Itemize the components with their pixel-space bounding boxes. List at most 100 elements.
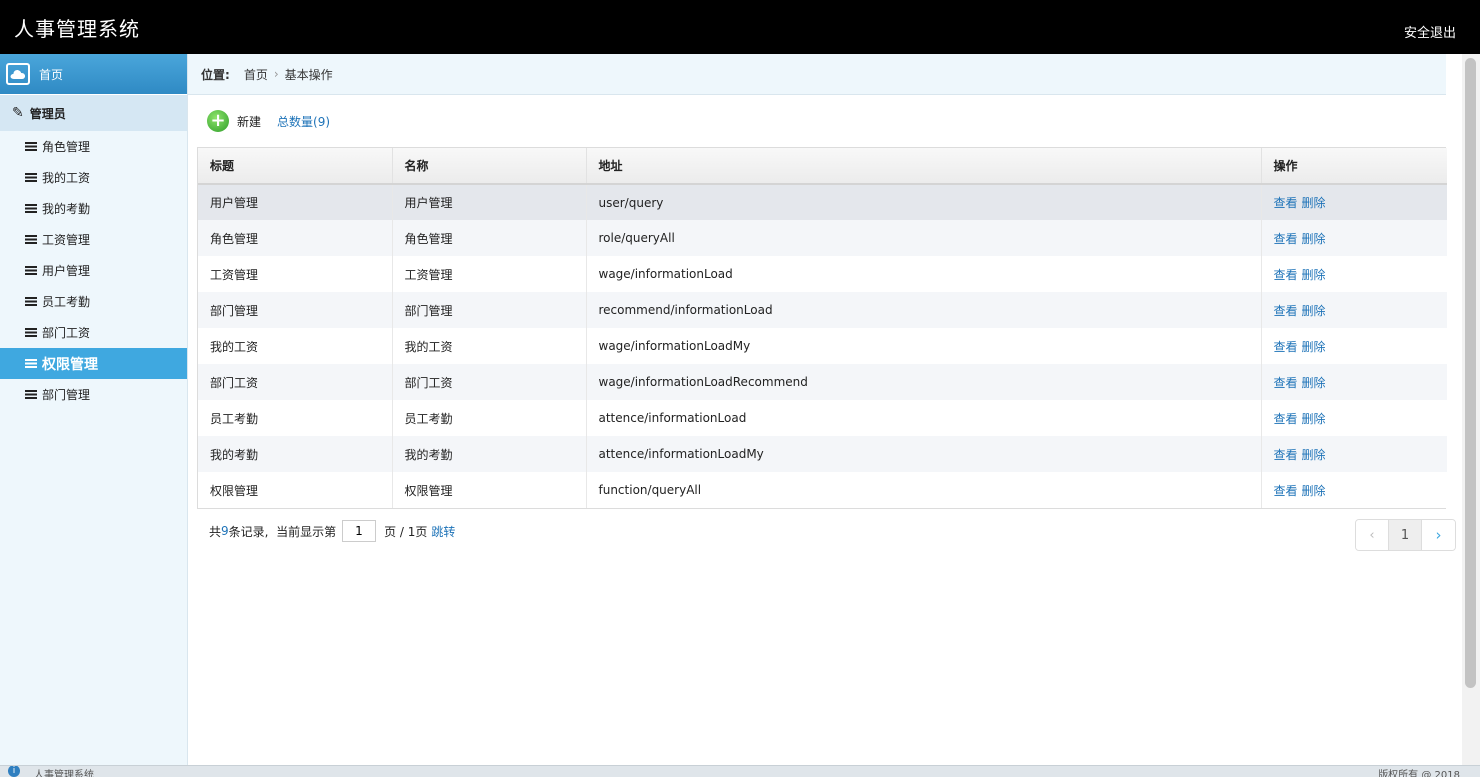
breadcrumb-home[interactable]: 首页 — [244, 66, 268, 83]
sidebar-item-label: 部门管理 — [42, 388, 91, 402]
sidebar-home[interactable]: 首页 — [0, 54, 187, 95]
list-icon — [25, 266, 37, 275]
sidebar-item-label: 部门工资 — [42, 326, 91, 340]
pager-suffix: 页 / 1页 — [384, 524, 428, 539]
pagination: ‹ 1 › — [1355, 519, 1456, 551]
total-count-link[interactable]: 总数量(9) — [277, 113, 330, 130]
view-link[interactable]: 查看 — [1274, 232, 1298, 246]
sidebar-item-label: 员工考勤 — [42, 295, 91, 309]
delete-link[interactable]: 删除 — [1302, 268, 1326, 282]
delete-link[interactable]: 删除 — [1302, 340, 1326, 354]
sidebar-menu: 角色管理我的工资 我的考勤工资管理用户管理员工考勤部门工资权限管理部门管理 — [0, 131, 187, 410]
cell-name: 我的考勤 — [392, 436, 587, 472]
sidebar-item-5[interactable]: 员工考勤 — [0, 286, 187, 317]
sidebar-item-2[interactable]: 我的考勤 — [0, 193, 187, 224]
list-icon — [25, 235, 37, 244]
page-1-button[interactable]: 1 — [1389, 520, 1422, 550]
cell-name: 员工考勤 — [392, 400, 587, 436]
cell-url: attence/informationLoadMy — [586, 436, 1262, 472]
pager-info: 共 9 条记录, 当前显示第 页 / 1页 跳转 — [209, 519, 455, 543]
jump-link[interactable]: 跳转 — [431, 523, 455, 540]
vertical-scrollbar[interactable] — [1462, 54, 1480, 765]
plus-icon: + — [207, 110, 229, 132]
sidebar-item-0[interactable]: 角色管理 — [0, 131, 187, 162]
sidebar-item-label: 工资管理 — [42, 233, 91, 247]
cell-url: role/queryAll — [586, 220, 1262, 256]
table-body: 用户管理 用户管理 user/query 查看 删除 角色管理 角色管理 role/query… — [198, 184, 1447, 508]
delete-link[interactable]: 删除 — [1302, 376, 1326, 390]
sidebar: 首页 ✎ 管理员 角色管理我的工资 我的考勤工资管理用户管理员工考勤部门工资权限管… — [0, 54, 188, 765]
cell-actions: 查看 删除 — [1261, 184, 1447, 220]
cell-actions: 查看 删除 — [1261, 400, 1447, 436]
table-row: 工资管理 工资管理 wage/informationLoad 查看 删除 — [198, 256, 1447, 292]
table-row: 权限管理 权限管理 function/queryAll 查看 删除 — [198, 472, 1447, 508]
view-link[interactable]: 查看 — [1274, 268, 1298, 282]
sidebar-group-admin[interactable]: ✎ 管理员 — [0, 95, 187, 131]
cell-name: 部门管理 — [392, 292, 587, 328]
view-link[interactable]: 查看 — [1274, 448, 1298, 462]
delete-link[interactable]: 删除 — [1302, 196, 1326, 210]
page-number-input[interactable] — [342, 520, 377, 542]
view-link[interactable]: 查看 — [1274, 412, 1298, 426]
data-table: 标题 名称 地址 操作 用户管理 用户管理 user/query 查看 删除 角色管理 角色… — [197, 147, 1447, 509]
cell-title: 角色管理 — [198, 220, 393, 256]
view-link[interactable]: 查看 — [1274, 376, 1298, 390]
breadcrumb-separator: › — [273, 67, 279, 81]
cell-actions: 查看 删除 — [1261, 256, 1447, 292]
sidebar-item-4[interactable]: 用户管理 — [0, 255, 187, 286]
prev-page-button[interactable]: ‹ — [1356, 520, 1389, 550]
view-link[interactable]: 查看 — [1274, 196, 1298, 210]
table-header-row: 标题 名称 地址 操作 — [198, 148, 1447, 185]
list-icon — [25, 359, 37, 368]
cell-title: 工资管理 — [198, 256, 393, 292]
cell-title: 部门工资 — [198, 364, 393, 400]
cell-title: 用户管理 — [198, 184, 393, 220]
delete-link[interactable]: 删除 — [1302, 232, 1326, 246]
view-link[interactable]: 查看 — [1274, 484, 1298, 498]
cell-actions: 查看 删除 — [1261, 220, 1447, 256]
cell-title: 员工考勤 — [198, 400, 393, 436]
list-icon — [25, 390, 37, 399]
cell-url: user/query — [586, 184, 1262, 220]
sidebar-item-6[interactable]: 部门工资 — [0, 317, 187, 348]
scrollbar-thumb[interactable] — [1465, 58, 1476, 688]
logout-link[interactable]: 安全退出 — [1404, 22, 1456, 41]
delete-link[interactable]: 删除 — [1302, 484, 1326, 498]
cloud-icon — [6, 63, 30, 85]
sidebar-item-3[interactable]: 工资管理 — [0, 224, 187, 255]
cell-url: function/queryAll — [586, 472, 1262, 508]
table-row: 员工考勤 员工考勤 attence/informationLoad 查看 删除 — [198, 400, 1447, 436]
breadcrumb-location-label: 位置: — [201, 67, 230, 82]
add-button[interactable]: + 新建 — [207, 110, 277, 132]
cell-title: 部门管理 — [198, 292, 393, 328]
next-page-button[interactable]: › — [1422, 520, 1455, 550]
sidebar-item-label: 角色管理 — [42, 140, 91, 154]
sidebar-item-8[interactable]: 部门管理 — [0, 379, 187, 410]
column-header-title: 标题 — [198, 148, 393, 185]
delete-link[interactable]: 删除 — [1302, 412, 1326, 426]
column-header-actions: 操作 — [1261, 148, 1447, 185]
table-row: 我的工资 我的工资 wage/informationLoadMy 查看 删除 — [198, 328, 1447, 364]
cell-title: 权限管理 — [198, 472, 393, 508]
sidebar-item-7[interactable]: 权限管理 — [0, 348, 187, 379]
cell-url: wage/informationLoadRecommend — [586, 364, 1262, 400]
view-link[interactable]: 查看 — [1274, 304, 1298, 318]
pager-prefix: 共 — [209, 524, 222, 539]
cell-title: 我的考勤 — [198, 436, 393, 472]
cell-url: attence/informationLoad — [586, 400, 1262, 436]
sidebar-item-1[interactable]: 我的工资 — [0, 162, 187, 193]
sidebar-group-label: 管理员 — [29, 106, 66, 121]
cell-url: wage/informationLoadMy — [586, 328, 1262, 364]
list-icon — [25, 142, 37, 151]
view-link[interactable]: 查看 — [1274, 340, 1298, 354]
cell-name: 用户管理 — [392, 184, 587, 220]
cell-title: 我的工资 — [198, 328, 393, 364]
breadcrumb-current: 基本操作 — [284, 67, 333, 82]
cell-name: 角色管理 — [392, 220, 587, 256]
record-count: 9 — [221, 524, 229, 538]
delete-link[interactable]: 删除 — [1302, 448, 1326, 462]
cell-actions: 查看 删除 — [1261, 292, 1447, 328]
column-header-name: 名称 — [392, 148, 587, 185]
cell-name: 部门工资 — [392, 364, 587, 400]
delete-link[interactable]: 删除 — [1302, 304, 1326, 318]
